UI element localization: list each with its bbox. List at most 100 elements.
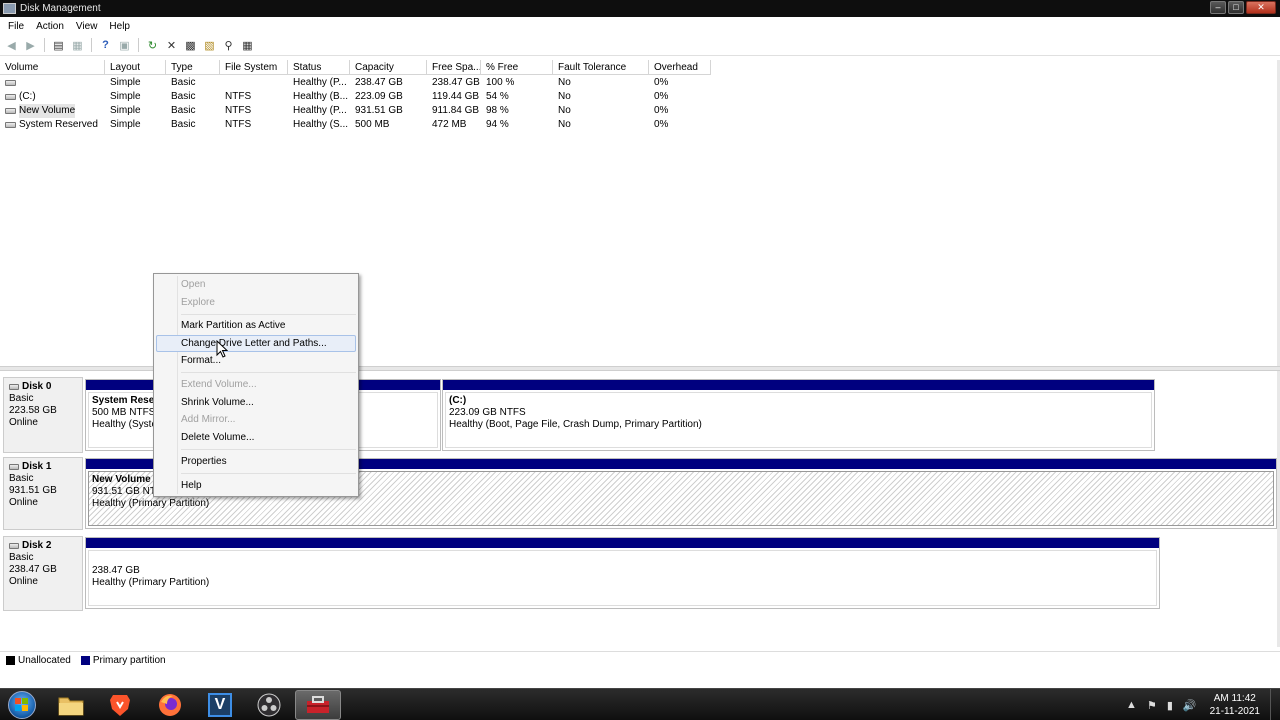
volume-status: Healthy (B... bbox=[293, 91, 349, 102]
network-icon[interactable]: ▮ bbox=[1167, 699, 1173, 712]
volume-overhead: 0% bbox=[654, 77, 669, 88]
volume-file-system: NTFS bbox=[225, 91, 252, 102]
volume-fault-tolerance: No bbox=[558, 105, 571, 116]
volume-free-space: 472 MB bbox=[432, 119, 467, 130]
volume-file-system bbox=[220, 76, 288, 90]
menu-item-shrink-volume[interactable]: Shrink Volume... bbox=[156, 394, 356, 411]
column-fault-tolerance[interactable]: Fault Tolerance bbox=[553, 60, 649, 75]
menu-action[interactable]: Action bbox=[30, 21, 70, 32]
partition-health: Healthy (Primary Partition) bbox=[92, 577, 210, 588]
delete-icon[interactable]: ✕ bbox=[163, 38, 180, 53]
volume-status: Healthy (S... bbox=[293, 119, 349, 130]
open-icon[interactable]: ▧ bbox=[201, 38, 218, 53]
volume-percent-free: 98 % bbox=[486, 105, 509, 116]
disk-2-label[interactable]: Disk 2 Basic 238.47 GB Online bbox=[3, 536, 83, 611]
firefox-icon[interactable] bbox=[147, 690, 193, 720]
volume-capacity: 931.51 GB bbox=[355, 105, 403, 116]
column-percent-free[interactable]: % Free bbox=[481, 60, 553, 75]
volume-layout: Simple bbox=[110, 105, 141, 116]
console-tree-icon[interactable]: ▤ bbox=[50, 38, 67, 53]
help-icon[interactable]: ? bbox=[97, 38, 114, 53]
column-volume[interactable]: Volume bbox=[0, 60, 105, 75]
menu-item-help[interactable]: Help bbox=[156, 477, 356, 494]
menu-item-format[interactable]: Format... bbox=[156, 352, 356, 369]
volume-overhead: 0% bbox=[654, 105, 669, 116]
show-hidden-icons-icon[interactable]: ▲ bbox=[1126, 699, 1137, 711]
explore-icon[interactable]: ⚲ bbox=[220, 38, 237, 53]
disk-name: Disk 2 bbox=[22, 540, 52, 551]
minimize-button[interactable]: – bbox=[1210, 1, 1226, 14]
forward-icon[interactable]: ▶ bbox=[22, 38, 39, 53]
pane-icon[interactable]: ▣ bbox=[116, 38, 133, 53]
show-desktop-button[interactable] bbox=[1270, 689, 1280, 720]
menu-item-extend-volume[interactable]: Extend Volume... bbox=[156, 376, 356, 393]
window-titlebar: Disk Management – □ ✕ bbox=[0, 0, 1280, 17]
menu-bar: File Action View Help bbox=[0, 17, 1280, 35]
volume-row[interactable]: New Volume Simple Basic NTFS Healthy (P.… bbox=[0, 104, 711, 118]
volume-file-system: NTFS bbox=[225, 105, 252, 116]
volume-name: (C:) bbox=[19, 91, 36, 102]
volume-free-space: 238.47 GB bbox=[432, 77, 480, 88]
disk-name: Disk 0 bbox=[22, 381, 52, 392]
partition-health: Healthy (Boot, Page File, Crash Dump, Pr… bbox=[449, 419, 702, 430]
menu-help[interactable]: Help bbox=[103, 21, 136, 32]
menu-view[interactable]: View bbox=[70, 21, 104, 32]
close-button[interactable]: ✕ bbox=[1246, 1, 1276, 14]
disk-type: Basic bbox=[9, 473, 34, 484]
legend-swatch bbox=[6, 655, 15, 665]
partition-c-drive[interactable]: (C:) 223.09 GB NTFS Healthy (Boot, Page … bbox=[442, 379, 1155, 451]
column-type[interactable]: Type bbox=[166, 60, 220, 75]
legend-swatch bbox=[80, 655, 90, 665]
refresh-icon[interactable]: ↻ bbox=[144, 38, 161, 53]
window-title: Disk Management bbox=[20, 3, 101, 14]
menu-item-mark-active[interactable]: Mark Partition as Active bbox=[156, 317, 356, 334]
menu-file[interactable]: File bbox=[2, 21, 30, 32]
volume-name: System Reserved bbox=[19, 119, 98, 130]
disk-management-icon bbox=[3, 3, 16, 14]
column-capacity[interactable]: Capacity bbox=[350, 60, 427, 75]
volume-overhead: 0% bbox=[654, 91, 669, 102]
disk-0-label[interactable]: Disk 0 Basic 223.58 GB Online bbox=[3, 377, 83, 453]
partition-disk-2[interactable]: 238.47 GB Healthy (Primary Partition) bbox=[85, 537, 1160, 609]
action-center-icon[interactable]: ⚑ bbox=[1147, 699, 1157, 712]
volume-row[interactable]: (C:) Simple Basic NTFS Healthy (B... 223… bbox=[0, 90, 711, 104]
volume-name: New Volume bbox=[19, 104, 76, 118]
start-button[interactable] bbox=[4, 690, 40, 720]
maximize-button[interactable]: □ bbox=[1228, 1, 1244, 14]
column-free-space[interactable]: Free Spa... bbox=[427, 60, 481, 75]
drive-icon bbox=[5, 122, 16, 128]
volume-list-header: Volume Layout Type File System Status Ca… bbox=[0, 60, 711, 75]
menu-item-add-mirror[interactable]: Add Mirror... bbox=[156, 411, 356, 428]
menu-item-open[interactable]: Open bbox=[156, 276, 356, 293]
properties-icon[interactable]: ▩ bbox=[182, 38, 199, 53]
drive-icon bbox=[5, 108, 16, 114]
volume-type: Basic bbox=[171, 77, 196, 88]
column-overhead[interactable]: Overhead bbox=[649, 60, 711, 75]
volume-row[interactable]: Simple Basic Healthy (P... 238.47 GB 238… bbox=[0, 76, 711, 90]
legend-label: Unallocated bbox=[18, 654, 71, 666]
drive-icon bbox=[5, 94, 16, 100]
windows-explorer-icon[interactable] bbox=[48, 690, 94, 720]
menu-item-change-drive-letter[interactable]: Change Drive Letter and Paths... bbox=[156, 335, 356, 352]
taskbar: V ▲ ⚑ ▮ 🔊 AM 11:42 21-11-2021 bbox=[0, 688, 1280, 720]
column-status[interactable]: Status bbox=[288, 60, 350, 75]
disk-status: Online bbox=[9, 497, 38, 508]
menu-item-properties[interactable]: Properties bbox=[156, 453, 356, 470]
brave-icon[interactable] bbox=[97, 690, 143, 720]
menu-item-explore[interactable]: Explore bbox=[156, 294, 356, 311]
list-icon[interactable]: ▦ bbox=[69, 38, 86, 53]
rescan-icon[interactable]: ▦ bbox=[239, 38, 256, 53]
volume-row[interactable]: System Reserved Simple Basic NTFS Health… bbox=[0, 118, 711, 132]
back-icon[interactable]: ◀ bbox=[3, 38, 20, 53]
column-file-system[interactable]: File System bbox=[220, 60, 288, 75]
volume-icon[interactable]: 🔊 bbox=[1183, 699, 1197, 712]
obs-icon[interactable] bbox=[246, 690, 292, 720]
disk-type: Basic bbox=[9, 552, 34, 563]
column-layout[interactable]: Layout bbox=[105, 60, 166, 75]
disk-1-label[interactable]: Disk 1 Basic 931.51 GB Online bbox=[3, 457, 83, 530]
clock[interactable]: AM 11:42 21-11-2021 bbox=[1210, 692, 1260, 718]
v-app-icon[interactable]: V bbox=[197, 690, 243, 720]
clock-time: AM 11:42 bbox=[1213, 693, 1256, 704]
toolbox-icon[interactable] bbox=[295, 690, 341, 720]
menu-item-delete-volume[interactable]: Delete Volume... bbox=[156, 429, 356, 446]
